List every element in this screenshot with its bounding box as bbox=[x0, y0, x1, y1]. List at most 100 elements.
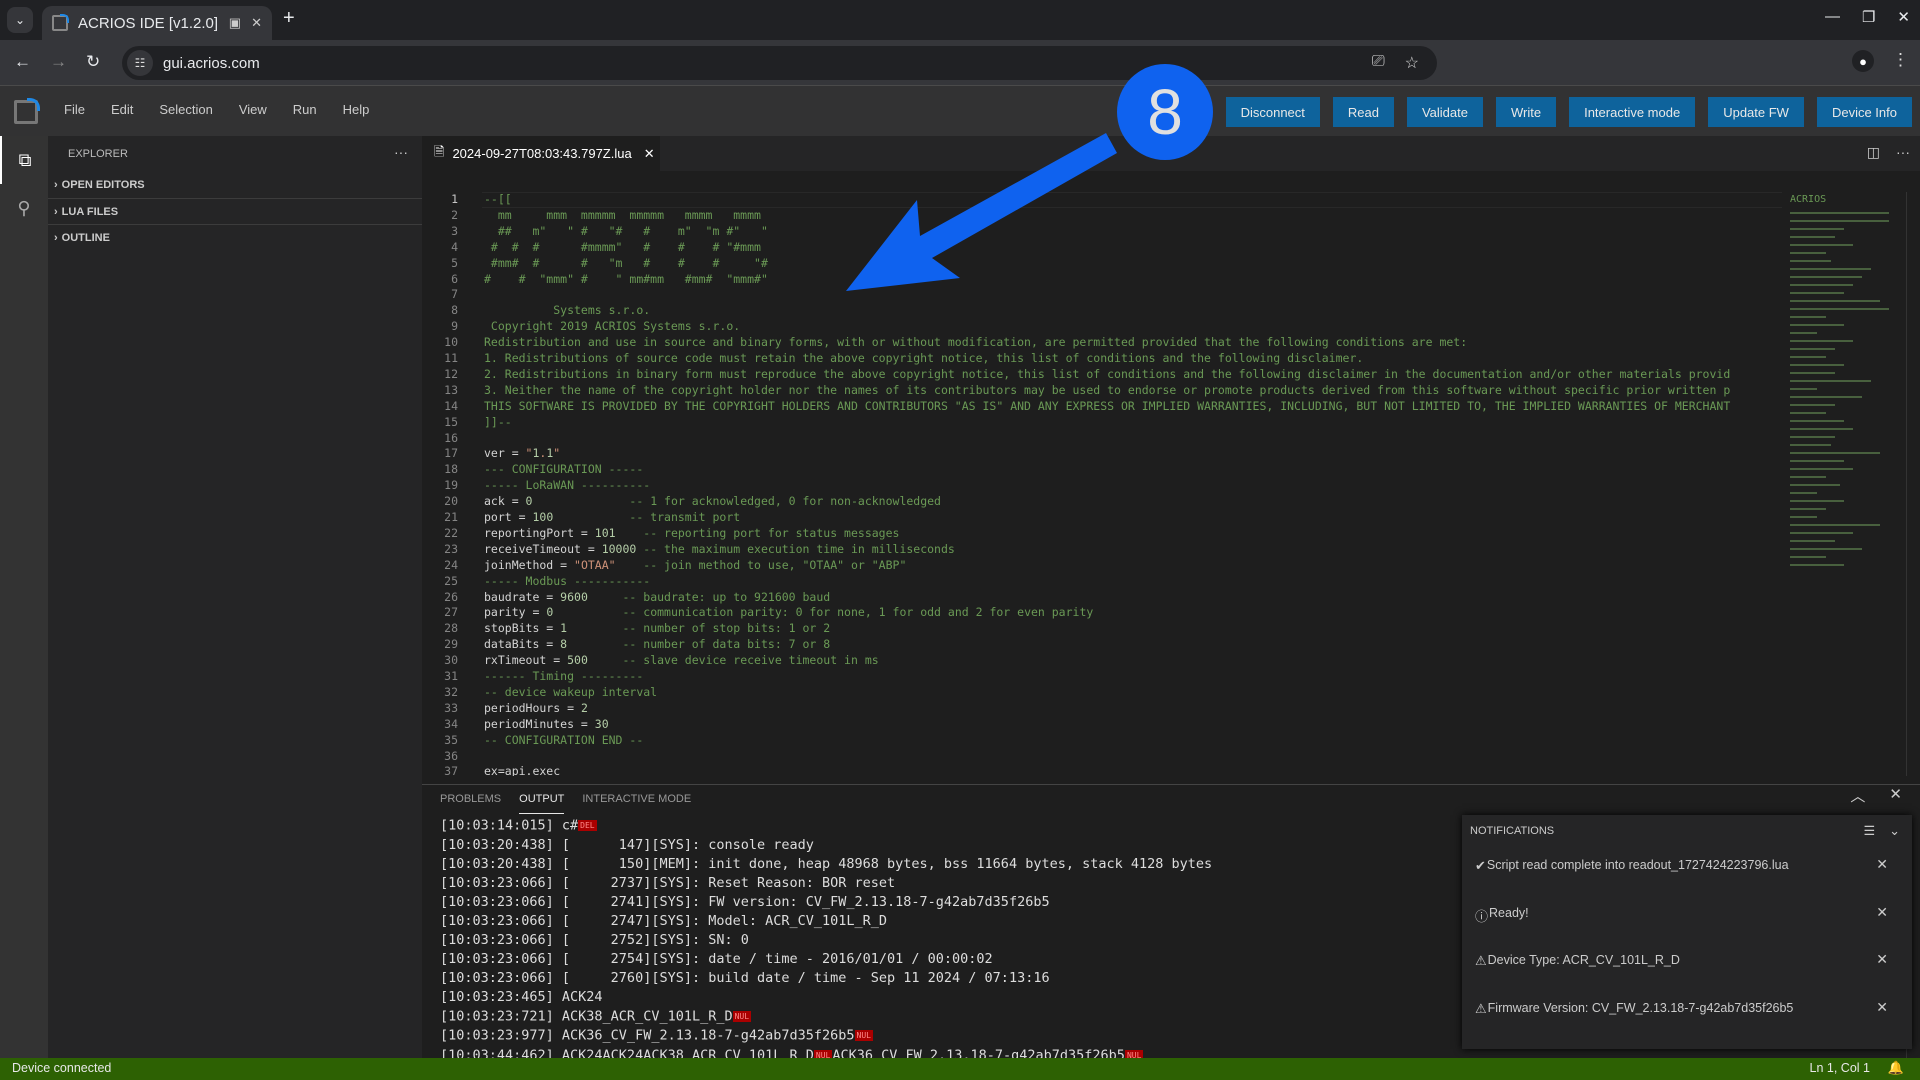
disconnect-button[interactable]: Disconnect bbox=[1225, 97, 1320, 127]
close-editor-tab-icon[interactable]: ✕ bbox=[644, 146, 655, 162]
dismiss-notification-icon[interactable]: ✕ bbox=[1876, 951, 1888, 968]
install-app-icon[interactable]: ⎚ bbox=[1372, 53, 1385, 73]
new-tab-button[interactable]: + bbox=[283, 7, 295, 30]
reload-icon[interactable]: ↻ bbox=[86, 52, 100, 72]
dismiss-notification-icon[interactable]: ✕ bbox=[1876, 904, 1888, 921]
forward-icon[interactable]: → bbox=[50, 52, 67, 72]
code-line[interactable]: Copyright 2019 ACRIOS Systems s.r.o. bbox=[484, 319, 740, 335]
control-char-marker: NUL bbox=[732, 1010, 752, 1022]
notification-bell-icon[interactable]: 🔔 bbox=[1888, 1060, 1904, 1076]
editor-scrollbar[interactable] bbox=[1906, 192, 1920, 776]
browser-menu-icon[interactable]: ⋮ bbox=[1892, 50, 1909, 70]
profile-avatar-icon[interactable]: ● bbox=[1852, 50, 1874, 72]
code-line[interactable]: ex=api.exec bbox=[484, 764, 560, 776]
code-line[interactable]: 3. Neither the name of the copyright hol… bbox=[484, 383, 1730, 399]
section-open-editors[interactable]: › OPEN EDITORS bbox=[48, 172, 422, 198]
code-line[interactable]: receiveTimeout = 10000 -- the maximum ex… bbox=[484, 542, 955, 558]
split-editor-icon[interactable]: ◫ bbox=[1867, 144, 1880, 161]
write-button[interactable]: Write bbox=[1495, 97, 1557, 127]
code-line[interactable]: ver = "1.1" bbox=[484, 446, 560, 462]
back-icon[interactable]: ← bbox=[14, 52, 31, 72]
validate-button[interactable]: Validate bbox=[1406, 97, 1483, 127]
site-info-icon[interactable]: ☷ bbox=[127, 50, 153, 76]
step-number-badge: 8 bbox=[1117, 64, 1213, 160]
minimap-line bbox=[1790, 372, 1835, 374]
clear-all-notifications-icon[interactable]: ☰ bbox=[1863, 823, 1875, 839]
code-line[interactable]: # # # #mmmm" # # # "#mmm bbox=[484, 240, 761, 256]
code-line[interactable]: ----- LoRaWAN ---------- bbox=[484, 478, 650, 494]
code-line[interactable]: 1. Redistributions of source code must r… bbox=[484, 351, 1363, 367]
maximize-panel-icon[interactable]: ︿ bbox=[1850, 785, 1865, 806]
minimap-line bbox=[1790, 436, 1835, 438]
close-window-icon[interactable]: ✕ bbox=[1897, 8, 1910, 26]
code-line[interactable]: -- device wakeup interval bbox=[484, 685, 657, 701]
section-lua-files[interactable]: › LUA FILES bbox=[48, 198, 422, 224]
code-line[interactable]: baudrate = 9600 -- baudrate: up to 92160… bbox=[484, 590, 830, 606]
browser-tab[interactable]: ACRIOS IDE [v1.2.0] ▣ ✕ bbox=[42, 6, 272, 40]
menu-view[interactable]: View bbox=[239, 102, 267, 117]
menu-selection[interactable]: Selection bbox=[159, 102, 212, 117]
notification-item: ⚠ Firmware Version: CV_FW_2.13.18-7-g42a… bbox=[1475, 999, 1900, 1017]
code-line[interactable]: ]]-- bbox=[484, 415, 512, 431]
menu-file[interactable]: File bbox=[64, 102, 85, 117]
minimap[interactable]: ACRIOS bbox=[1782, 192, 1904, 776]
code-line[interactable]: joinMethod = "OTAA" -- join method to us… bbox=[484, 558, 906, 574]
cursor-position[interactable]: Ln 1, Col 1 bbox=[1810, 1061, 1870, 1075]
code-line[interactable]: -- CONFIGURATION END -- bbox=[484, 733, 643, 749]
tab-problems[interactable]: PROBLEMS bbox=[440, 793, 501, 814]
code-line[interactable]: THIS SOFTWARE IS PROVIDED BY THE COPYRIG… bbox=[484, 399, 1730, 415]
code-line[interactable]: mm mmm mmmmm mmmmm mmmm mmmm bbox=[484, 208, 761, 224]
code-line[interactable]: Redistribution and use in source and bin… bbox=[484, 335, 1467, 351]
tab-search-button[interactable]: ⌄ bbox=[7, 7, 33, 33]
code-line[interactable]: Systems s.r.o. bbox=[484, 303, 650, 319]
code-line[interactable]: ----- Modbus ----------- bbox=[484, 574, 650, 590]
code-line[interactable]: 2. Redistributions in binary form must r… bbox=[484, 367, 1730, 383]
update-fw-button[interactable]: Update FW bbox=[1708, 97, 1804, 127]
code-line[interactable]: rxTimeout = 500 -- slave device receive … bbox=[484, 653, 879, 669]
code-line[interactable]: ack = 0 -- 1 for acknowledged, 0 for non… bbox=[484, 494, 941, 510]
tab-interactive-mode[interactable]: INTERACTIVE MODE bbox=[582, 793, 691, 814]
code-line[interactable]: dataBits = 8 -- number of data bits: 7 o… bbox=[484, 637, 830, 653]
tab-output[interactable]: OUTPUT bbox=[519, 793, 565, 814]
device-info-button[interactable]: Device Info bbox=[1816, 97, 1912, 127]
code-line[interactable]: stopBits = 1 -- number of stop bits: 1 o… bbox=[484, 621, 830, 637]
minimap-line bbox=[1790, 276, 1862, 278]
code-line[interactable]: ------ Timing --------- bbox=[484, 669, 643, 685]
code-line[interactable]: # # "mmm" # " mm#mm #mm# "mmm#" bbox=[484, 272, 768, 288]
dismiss-notification-icon[interactable]: ✕ bbox=[1876, 999, 1888, 1016]
code-line[interactable]: ## m" " # "# # m" "m #" " bbox=[484, 224, 768, 240]
collapse-notifications-icon[interactable]: ⌄ bbox=[1889, 823, 1900, 839]
read-button[interactable]: Read bbox=[1332, 97, 1394, 127]
line-number: 23 bbox=[444, 541, 458, 556]
explorer-files-icon[interactable]: ⧉ bbox=[0, 136, 48, 184]
close-panel-icon[interactable]: ✕ bbox=[1889, 785, 1902, 806]
code-line[interactable]: periodHours = 2 bbox=[484, 701, 588, 717]
code-line[interactable]: --- CONFIGURATION ----- bbox=[484, 462, 643, 478]
line-number: 17 bbox=[444, 446, 458, 461]
code-line[interactable]: port = 100 -- transmit port bbox=[484, 510, 740, 526]
minimize-icon[interactable]: — bbox=[1825, 8, 1840, 26]
bookmark-star-icon[interactable]: ☆ bbox=[1405, 53, 1419, 73]
section-outline[interactable]: › OUTLINE bbox=[48, 224, 422, 250]
editor-tab-active[interactable]: 🗎 2024-09-27T08:03:43.797Z.lua ✕ bbox=[422, 136, 660, 171]
browser-tab-bar: ⌄ ACRIOS IDE [v1.2.0] ▣ ✕ + — ❐ ✕ bbox=[0, 0, 1920, 40]
code-line[interactable]: parity = 0 -- communication parity: 0 fo… bbox=[484, 605, 1093, 621]
menu-help[interactable]: Help bbox=[343, 102, 370, 117]
url-text[interactable]: gui.acrios.com bbox=[163, 55, 260, 72]
code-line[interactable]: periodMinutes = 30 bbox=[484, 717, 609, 733]
menu-run[interactable]: Run bbox=[293, 102, 317, 117]
connection-status[interactable]: Device connected bbox=[12, 1061, 111, 1075]
menu-edit[interactable]: Edit bbox=[111, 102, 133, 117]
code-line[interactable]: reportingPort = 101 -- reporting port fo… bbox=[484, 526, 899, 542]
line-number: 21 bbox=[444, 510, 458, 524]
more-actions-icon[interactable]: ··· bbox=[394, 144, 408, 160]
search-icon[interactable]: ⚲ bbox=[0, 184, 48, 232]
interactive-mode-button[interactable]: Interactive mode bbox=[1569, 97, 1696, 127]
code-line[interactable]: --[[ bbox=[484, 192, 512, 208]
code-line[interactable]: #mm# # # "m # # # "# bbox=[484, 256, 768, 272]
dismiss-notification-icon[interactable]: ✕ bbox=[1876, 856, 1888, 873]
restore-icon[interactable]: ❐ bbox=[1862, 8, 1875, 26]
url-bar[interactable]: ☷ gui.acrios.com ⎚ ☆ bbox=[122, 46, 1437, 80]
editor-more-icon[interactable]: ··· bbox=[1896, 144, 1910, 161]
close-tab-icon[interactable]: ✕ bbox=[251, 15, 262, 31]
